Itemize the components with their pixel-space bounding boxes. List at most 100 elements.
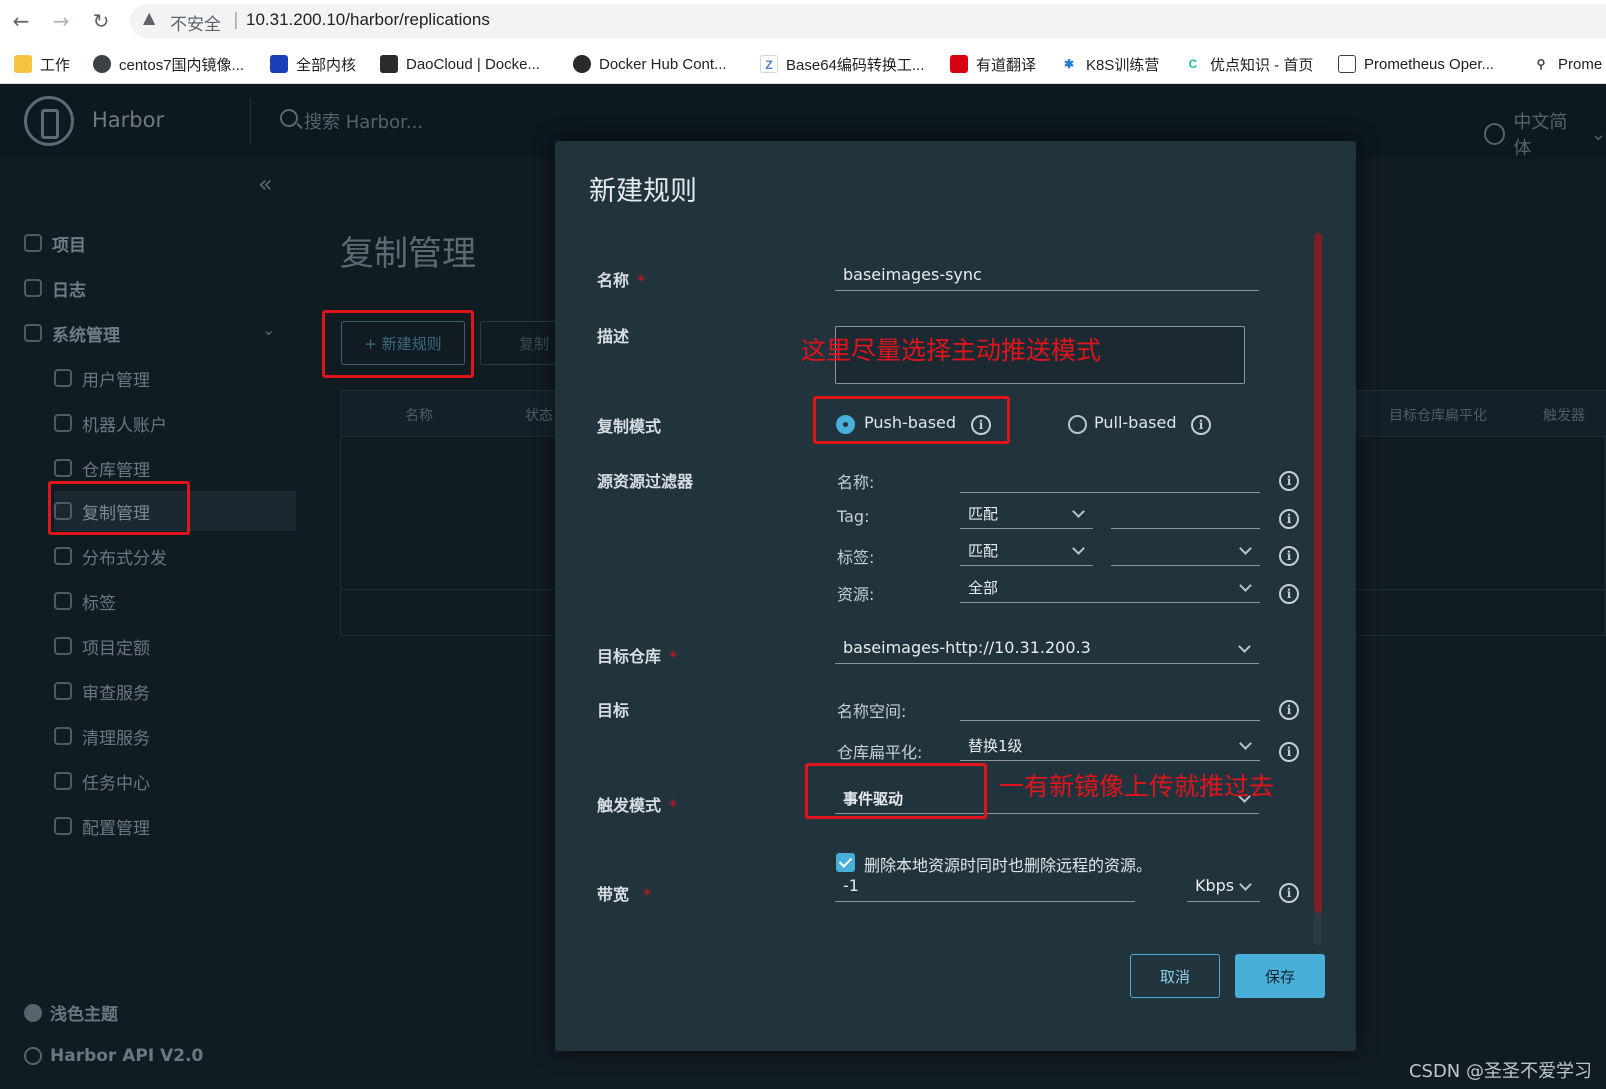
projects-icon — [24, 234, 42, 252]
info-icon[interactable]: i — [1191, 415, 1211, 435]
sidebar-item-gc[interactable]: 清理服务 — [54, 716, 296, 756]
url-text[interactable]: 10.31.200.10/harbor/replications — [246, 10, 490, 30]
filter-tag-select[interactable]: 匹配 — [960, 497, 1093, 529]
chevron-down-icon: ⌄ — [1590, 123, 1606, 145]
destination-registry-label: 目标仓库 * — [597, 647, 678, 666]
modal-title: 新建规则 — [589, 176, 697, 207]
info-icon[interactable]: i — [1279, 883, 1299, 903]
sidebar-item-labels[interactable]: 标签 — [54, 581, 296, 621]
column-status[interactable]: 状态 — [525, 405, 553, 425]
api-link[interactable]: Harbor API V2.0 — [24, 1046, 203, 1066]
sidebar-item-robot-accounts[interactable]: 机器人账户 — [54, 403, 296, 443]
required-mark: * — [643, 885, 652, 904]
sidebar-item-jobs[interactable]: 任务中心 — [54, 761, 296, 801]
push-based-radio[interactable] — [836, 415, 855, 434]
annotation-box-replications — [48, 481, 190, 535]
bookmark-6[interactable]: 有道翻译 — [950, 53, 1036, 75]
info-icon[interactable]: i — [1279, 742, 1299, 762]
collapse-sidebar-icon[interactable]: « — [258, 170, 273, 198]
sun-icon — [24, 1003, 42, 1022]
sidebar-item-interrogation[interactable]: 审查服务 — [54, 671, 296, 711]
namespace-label: 名称空间: — [837, 702, 907, 721]
header-divider — [250, 98, 251, 144]
bookmark-2[interactable]: 全部内核 — [270, 53, 356, 75]
column-trigger[interactable]: 触发器 — [1543, 405, 1585, 425]
info-icon[interactable]: i — [1279, 700, 1299, 720]
sidebar-item-config[interactable]: 配置管理 — [54, 806, 296, 846]
bookmark-4[interactable]: Docker Hub Cont... — [573, 53, 727, 75]
destination-registry-select[interactable]: baseimages-http://10.31.200.3 — [835, 632, 1259, 664]
reload-icon[interactable]: ↻ — [88, 8, 114, 34]
forward-icon[interactable]: → — [48, 8, 74, 34]
sidebar: « 项目 日志 系统管理 ⌄ 用户管理 机器人账户 仓库管理 复制管理 分布式分… — [0, 158, 296, 1089]
bookmark-1[interactable]: centos7国内镜像... — [93, 53, 244, 75]
bandwidth-unit-select[interactable]: Kbps — [1187, 870, 1260, 902]
info-icon[interactable]: i — [1279, 471, 1299, 491]
filter-labels-select[interactable]: 匹配 — [960, 534, 1093, 566]
bookmark-7[interactable]: ✱ K8S训练营 — [1060, 53, 1159, 75]
annotation-box-trigger — [805, 763, 987, 819]
bookmark-3[interactable]: DaoCloud | Docke... — [380, 53, 540, 75]
trigger-mode-label: 触发模式 * — [597, 796, 678, 815]
bookmark-9[interactable]: Prometheus Oper... — [1338, 53, 1494, 75]
bandwidth-label: 带宽 * — [597, 885, 652, 904]
bookmark-0[interactable]: 工作 — [14, 53, 70, 75]
filter-tag-input[interactable] — [1111, 497, 1260, 529]
modal-scrollbar-thumb[interactable] — [1314, 233, 1322, 913]
search-input[interactable]: 搜索 Harbor... — [304, 108, 423, 134]
name-input[interactable]: baseimages-sync — [835, 259, 1259, 291]
sidebar-item-logs[interactable]: 日志 — [24, 268, 296, 308]
address-separator: | — [233, 10, 239, 30]
theme-toggle[interactable]: 浅色主题 — [24, 1000, 118, 1025]
quota-icon — [54, 637, 72, 655]
share-icon — [54, 547, 72, 565]
language-selector[interactable]: 中文简体 ⌄ — [1484, 108, 1606, 160]
globe-icon — [1484, 123, 1506, 145]
sidebar-item-users[interactable]: 用户管理 — [54, 358, 296, 398]
pull-based-radio[interactable] — [1068, 415, 1087, 434]
push-annotation-text: 这里尽量选择主动推送模式 — [801, 336, 1102, 365]
globe-icon — [93, 55, 111, 73]
sidebar-item-projects[interactable]: 项目 — [24, 223, 296, 263]
required-mark: * — [637, 271, 646, 290]
flattening-select[interactable]: 替换1级 — [960, 729, 1260, 761]
bookmark-10[interactable]: ⚲ Prome — [1532, 53, 1602, 75]
description-label: 描述 — [597, 327, 630, 346]
info-icon[interactable]: i — [1279, 546, 1299, 566]
bookmark-8[interactable]: C 优点知识 - 首页 — [1184, 53, 1313, 75]
info-icon[interactable]: i — [971, 415, 991, 435]
save-button[interactable]: 保存 — [1235, 954, 1325, 998]
filter-resource-select[interactable]: 全部 — [960, 571, 1260, 603]
namespace-input[interactable] — [960, 689, 1260, 721]
back-icon[interactable]: ← — [8, 8, 34, 34]
info-icon[interactable]: i — [1279, 584, 1299, 604]
cancel-button[interactable]: 取消 — [1130, 954, 1220, 998]
info-icon[interactable]: i — [1279, 509, 1299, 529]
brand-name[interactable]: Harbor — [92, 108, 164, 132]
filter-name-input[interactable] — [960, 461, 1260, 493]
users-icon — [54, 369, 72, 387]
push-based-label[interactable]: Push-based — [864, 413, 956, 432]
book-icon — [1338, 55, 1356, 73]
browser-toolbar: ← → ↻ ▲ 不安全 | 10.31.200.10/harbor/replic… — [0, 0, 1606, 42]
chevron-down-icon[interactable]: ⌄ — [262, 320, 275, 339]
tag-icon — [54, 592, 72, 610]
harbor-logo-icon[interactable] — [24, 96, 74, 146]
youdao-icon — [950, 55, 968, 73]
sidebar-item-administration[interactable]: 系统管理 — [24, 313, 296, 353]
new-rule-modal: 新建规则 名称 * baseimages-sync 描述 这里尽量选择主动推送模式… — [555, 141, 1356, 1051]
required-mark: * — [669, 796, 678, 815]
trigger-annotation-text: 一有新镜像上传就推过去 — [999, 772, 1275, 801]
warning-icon[interactable]: ▲ — [143, 9, 161, 27]
column-flattening[interactable]: 目标仓库扁平化 — [1389, 405, 1487, 425]
search-icon[interactable] — [280, 109, 298, 127]
sidebar-item-quotas[interactable]: 项目定额 — [54, 626, 296, 666]
pull-based-label[interactable]: Pull-based — [1094, 413, 1176, 432]
prometheus-icon: ⚲ — [1532, 55, 1550, 73]
column-name[interactable]: 名称 — [405, 405, 433, 425]
bookmark-5[interactable]: Z Base64编码转换工... — [760, 53, 924, 75]
sidebar-item-distributions[interactable]: 分布式分发 — [54, 536, 296, 576]
trash-icon — [54, 727, 72, 745]
bandwidth-input[interactable]: -1 — [835, 870, 1135, 902]
filter-labels-value-select[interactable] — [1111, 534, 1260, 566]
